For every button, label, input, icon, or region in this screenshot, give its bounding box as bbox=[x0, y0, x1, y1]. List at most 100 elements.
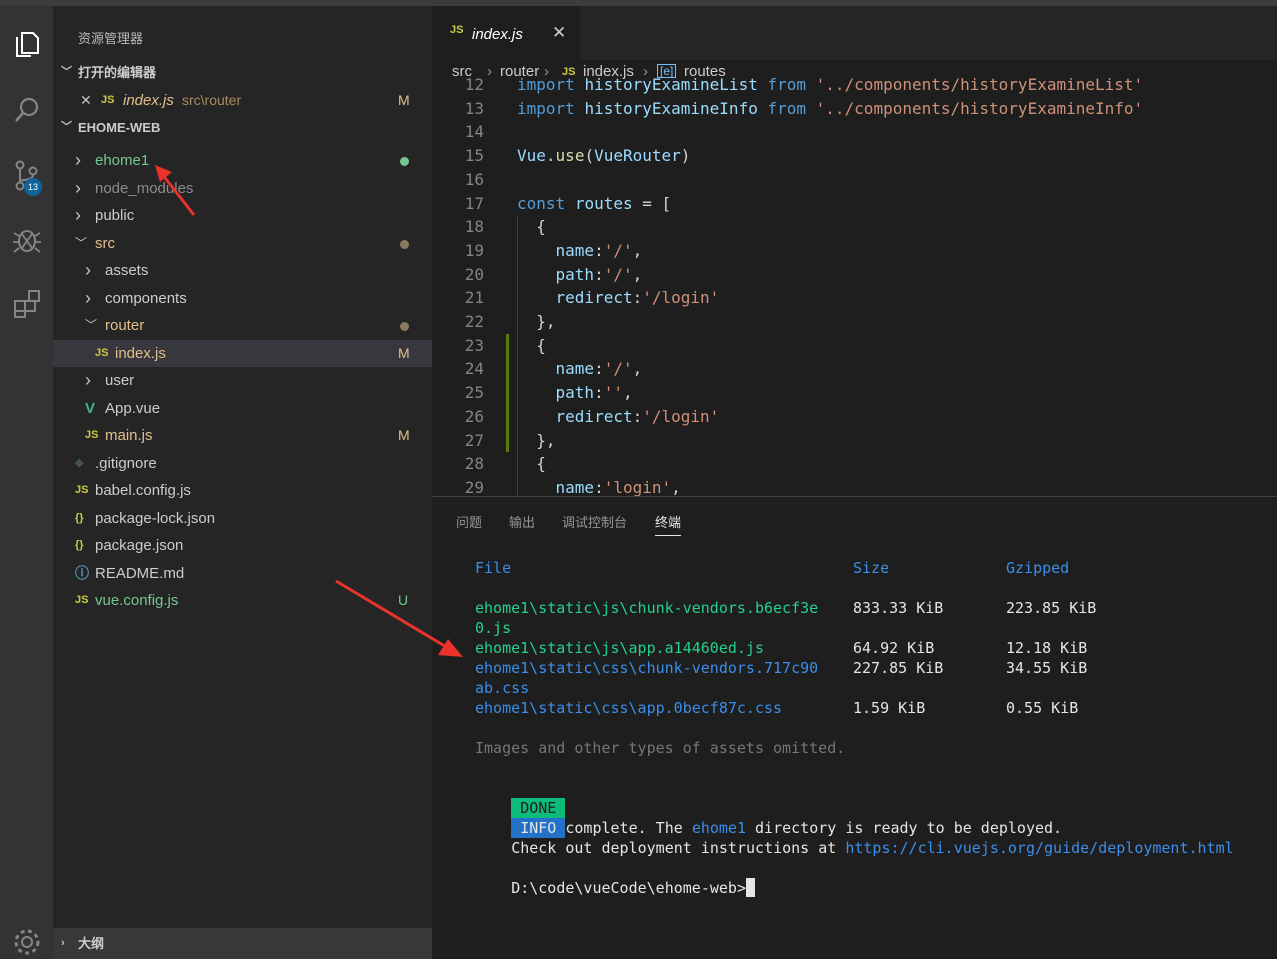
line-number: 18 bbox=[464, 217, 484, 237]
chevron-down-icon: ﹀ bbox=[85, 318, 98, 332]
line-number: 28 bbox=[464, 454, 484, 474]
line-number: 24 bbox=[464, 359, 484, 379]
code-text: Vue.use(VueRouter) bbox=[517, 146, 691, 166]
deployment-link[interactable]: https://cli.vuejs.org/guide/deployment.h… bbox=[845, 839, 1233, 857]
open-editor-item[interactable]: ✕ JS index.js src\router M bbox=[53, 87, 432, 114]
tree-item-label: components bbox=[105, 289, 187, 307]
chevron-right-icon: › bbox=[75, 177, 81, 198]
tree-item-label: src bbox=[95, 234, 115, 252]
search-icon[interactable] bbox=[0, 86, 53, 134]
tree-item[interactable]: {} package-lock.json bbox=[53, 505, 432, 532]
git-status-badge: M bbox=[398, 344, 410, 361]
source-control-icon[interactable]: 13 bbox=[0, 152, 53, 200]
line-number: 16 bbox=[464, 169, 484, 189]
json-file-icon: {} bbox=[75, 539, 84, 551]
tree-item-label: public bbox=[95, 207, 135, 224]
tree-item[interactable]: › user bbox=[53, 367, 432, 394]
tree-item[interactable]: {} package.json bbox=[53, 532, 432, 559]
code-line: 25 path:'', bbox=[432, 381, 1277, 405]
tree-item-label: App.vue bbox=[105, 399, 161, 417]
chevron-down-icon: ﹀ bbox=[61, 66, 72, 78]
status-dot bbox=[400, 322, 409, 331]
explorer-icon[interactable] bbox=[0, 20, 53, 68]
info-text: Check out deployment instructions at bbox=[511, 839, 846, 857]
modified-gutter-marker bbox=[506, 333, 509, 453]
tree-item[interactable]: V App.vue bbox=[53, 395, 432, 422]
explorer-sidebar: 资源管理器 ﹀ 打开的编辑器 ✕ JS index.js src\router … bbox=[53, 6, 432, 959]
chevron-right-icon: › bbox=[75, 150, 81, 170]
line-number: 21 bbox=[464, 288, 484, 308]
tree-item[interactable]: › ehome1 bbox=[53, 147, 432, 174]
git-status-badge: U bbox=[398, 592, 409, 608]
project-label: EHOME-WEB bbox=[78, 120, 161, 135]
tree-item[interactable]: › public bbox=[53, 202, 432, 229]
tree-item[interactable]: › node_modules bbox=[53, 175, 432, 202]
tab-index-js[interactable]: JS index.js ✕ bbox=[432, 6, 580, 60]
code-text: redirect:'/login' bbox=[555, 288, 720, 308]
close-icon[interactable]: ✕ bbox=[552, 23, 566, 43]
tree-item[interactable]: JS index.js M bbox=[53, 339, 432, 367]
code-text: { bbox=[536, 454, 546, 474]
header-size: Size bbox=[853, 559, 890, 577]
js-file-icon: JS bbox=[85, 429, 99, 441]
chevron-right-icon: › bbox=[85, 287, 91, 308]
chevron-right-icon: › bbox=[61, 937, 65, 949]
tree-item[interactable]: ﹀ src bbox=[53, 230, 432, 257]
line-number: 25 bbox=[464, 383, 484, 403]
tree-item[interactable]: JS babel.config.js bbox=[53, 477, 432, 504]
tree-item[interactable]: ⓘ README.md bbox=[53, 560, 432, 587]
code-text: redirect:'/login' bbox=[555, 406, 720, 426]
open-editor-name: index.js bbox=[123, 92, 174, 109]
code-text: path:'', bbox=[555, 383, 633, 403]
code-line: 29 name:'login', bbox=[432, 476, 1277, 496]
status-dot bbox=[400, 157, 409, 166]
line-number: 12 bbox=[464, 75, 484, 94]
code-line: 19 name:'/', bbox=[432, 239, 1277, 263]
outline-header[interactable]: › 大纲 bbox=[53, 928, 432, 959]
tree-item[interactable]: JS main.js M bbox=[53, 422, 432, 449]
code-text: name:'login', bbox=[555, 477, 681, 496]
tree-item-label: index.js bbox=[115, 344, 166, 362]
bottom-panel: 问题 输出 调试控制台 终端 File Size Gzipped ehome1\… bbox=[432, 496, 1277, 959]
js-file-icon: JS bbox=[101, 94, 115, 106]
tree-item[interactable]: ◆ .gitignore bbox=[53, 450, 432, 477]
prompt-line[interactable]: D:\code\vueCode\ehome-web> bbox=[457, 858, 755, 918]
code-text: name:'/', bbox=[555, 240, 643, 260]
terminal[interactable]: File Size Gzipped ehome1\static\js\chunk… bbox=[432, 497, 1277, 959]
js-file-icon: JS bbox=[75, 484, 89, 496]
asset-file-wrap: ab.css bbox=[475, 679, 530, 697]
asset-file: ehome1\static\css\app.0becf87c.css bbox=[475, 699, 783, 717]
chevron-right-icon: › bbox=[85, 370, 91, 390]
chevron-right-icon: › bbox=[85, 260, 91, 280]
line-number: 17 bbox=[464, 193, 484, 213]
indent-guide bbox=[517, 215, 518, 496]
omitted-note: Images and other types of assets omitted… bbox=[475, 739, 846, 757]
extensions-icon[interactable] bbox=[0, 280, 53, 328]
tree-item-label: ehome1 bbox=[95, 152, 150, 169]
open-editors-header[interactable]: ﹀ 打开的编辑器 bbox=[53, 59, 432, 86]
code-line: 14 bbox=[432, 120, 1277, 144]
code-view[interactable]: 12 import historyExamineList from '../com… bbox=[432, 75, 1277, 496]
debug-icon[interactable] bbox=[0, 216, 53, 264]
code-text: path:'/', bbox=[555, 264, 643, 284]
tree-item[interactable]: JS vue.config.js U bbox=[53, 587, 432, 614]
settings-gear-icon[interactable] bbox=[0, 918, 53, 959]
tree-item-label: main.js bbox=[105, 427, 153, 444]
code-text: name:'/', bbox=[555, 359, 643, 379]
tree-item-label: assets bbox=[105, 262, 149, 279]
project-header[interactable]: ﹀ EHOME-WEB bbox=[53, 114, 432, 141]
line-number: 23 bbox=[464, 335, 484, 355]
tree-item[interactable]: › components bbox=[53, 285, 432, 312]
close-icon[interactable]: ✕ bbox=[80, 87, 92, 114]
js-file-icon: JS bbox=[95, 346, 109, 359]
asset-size: 64.92 KiB bbox=[853, 639, 935, 657]
code-line: 23 { bbox=[432, 334, 1277, 358]
code-line: 15 Vue.use(VueRouter) bbox=[432, 144, 1277, 168]
code-line: 16 bbox=[432, 168, 1277, 192]
tree-item[interactable]: ﹀ router bbox=[53, 312, 432, 339]
tree-item-label: vue.config.js bbox=[95, 592, 179, 609]
asset-gzipped: 223.85 KiB bbox=[1006, 599, 1097, 617]
tree-item[interactable]: › assets bbox=[53, 257, 432, 284]
info-tag: INFO bbox=[511, 818, 566, 838]
terminal-prompt: D:\code\vueCode\ehome-web> bbox=[511, 879, 746, 897]
